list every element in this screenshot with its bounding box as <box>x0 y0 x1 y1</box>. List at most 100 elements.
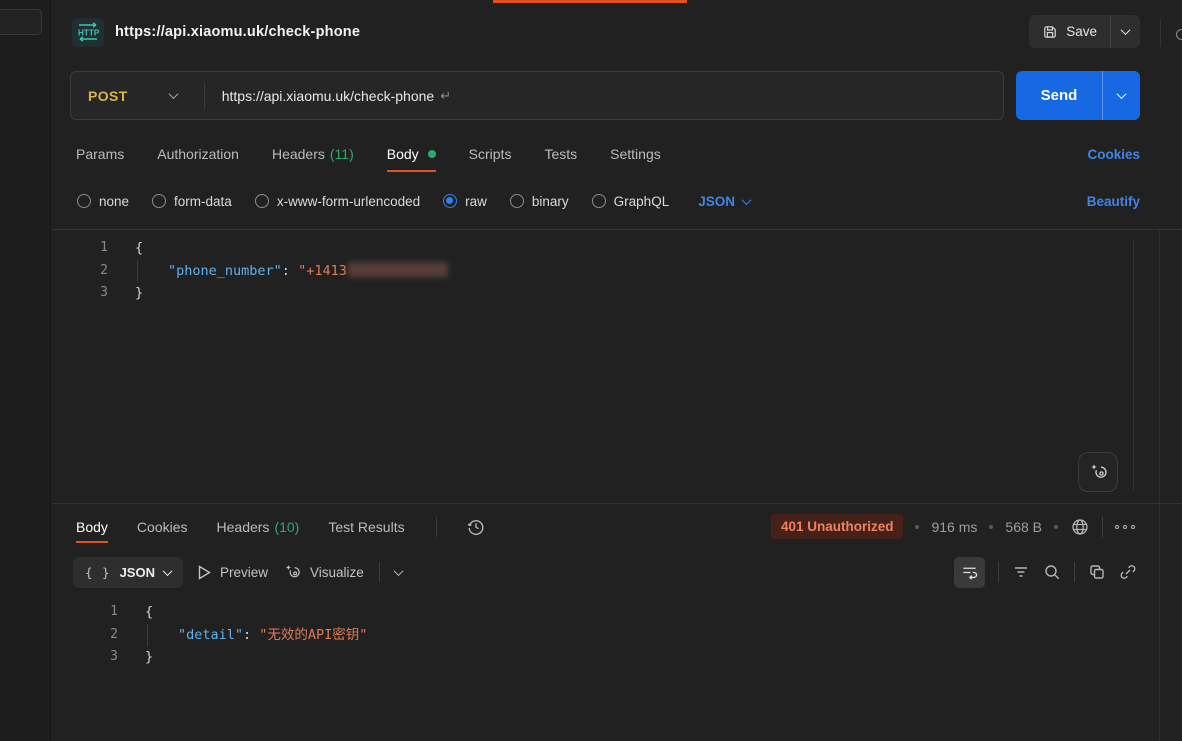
radio-none[interactable]: none <box>77 194 129 209</box>
code-line: 1 { <box>52 601 1182 624</box>
radio-graphql[interactable]: GraphQL <box>592 194 670 209</box>
save-button[interactable]: Save <box>1029 15 1110 48</box>
left-rail <box>0 0 51 741</box>
save-split-button: Save <box>1029 15 1140 48</box>
braces-icon: { } <box>85 565 111 580</box>
editor-scrollbar[interactable] <box>1133 240 1134 490</box>
url-input[interactable]: https://api.xiaomu.uk/check-phone <box>222 88 434 104</box>
response-tab-headers[interactable]: Headers(10) <box>217 519 300 535</box>
code-line: 1 { <box>52 237 1182 260</box>
tab-headers[interactable]: Headers(11) <box>272 146 354 162</box>
toolbar-divider <box>1074 562 1075 582</box>
response-format-dropdown[interactable]: { } JSON <box>73 557 183 588</box>
request-tabs: Params Authorization Headers(11) Body Sc… <box>76 133 1140 175</box>
response-history-icon[interactable] <box>466 517 486 537</box>
sparkle-icon <box>283 563 301 581</box>
radio-x-www-form-urlencoded[interactable]: x-www-form-urlencoded <box>255 194 420 209</box>
radio-raw[interactable]: raw <box>443 194 487 209</box>
request-panel: HTTP https://api.xiaomu.uk/check-phone S… <box>52 0 1182 741</box>
network-globe-icon[interactable] <box>1070 517 1090 537</box>
svg-text:HTTP: HTTP <box>78 29 100 38</box>
status-badge[interactable]: 401 Unauthorized <box>771 514 904 539</box>
tab-params[interactable]: Params <box>76 146 124 162</box>
response-tab-cookies[interactable]: Cookies <box>137 519 188 535</box>
line-number: 1 <box>52 237 108 260</box>
tab-scripts[interactable]: Scripts <box>469 146 512 162</box>
response-size[interactable]: 568 B <box>1005 519 1042 535</box>
response-tab-test-results[interactable]: Test Results <box>328 519 404 535</box>
response-tabs: Body Cookies Headers(10) Test Results 40… <box>52 504 1182 549</box>
code-text: } <box>145 646 153 669</box>
header-divider <box>1160 19 1161 47</box>
chevron-down-icon <box>1121 25 1131 35</box>
json-value: "无效的API密钥" <box>259 627 367 643</box>
language-dropdown[interactable]: JSON <box>698 194 750 209</box>
app-window: HTTP https://api.xiaomu.uk/check-phone S… <box>0 0 1182 741</box>
collapsed-tab[interactable] <box>0 9 42 35</box>
link-icon[interactable] <box>1119 563 1137 581</box>
code-line: 3 } <box>52 646 1182 669</box>
filter-icon[interactable] <box>1012 563 1030 581</box>
line-number: 2 <box>52 624 118 647</box>
response-body-editor[interactable]: 1 { 2 "detail": "无效的API密钥" 3 } <box>52 595 1182 669</box>
method-chevron-icon[interactable] <box>168 89 178 99</box>
dot-separator <box>989 525 993 529</box>
line-number: 2 <box>52 260 108 283</box>
send-button[interactable]: Send <box>1016 71 1102 120</box>
toolbar-divider <box>379 562 380 582</box>
chevron-down-icon <box>742 195 752 205</box>
radio-circle <box>77 194 91 208</box>
code-text: "detail": "无效的API密钥" <box>145 624 367 647</box>
tab-settings[interactable]: Settings <box>610 146 661 162</box>
copy-icon[interactable] <box>1088 563 1106 581</box>
json-separator: : <box>282 263 298 279</box>
send-split-button: Send <box>1016 71 1140 120</box>
response-tab-body[interactable]: Body <box>76 519 108 535</box>
more-options-icon[interactable] <box>1115 525 1135 529</box>
send-options-button[interactable] <box>1103 71 1140 120</box>
toolbar-divider <box>998 562 999 582</box>
code-text: "phone_number": "+1413 <box>135 260 448 283</box>
beautify-link[interactable]: Beautify <box>1087 194 1140 209</box>
code-line: 2 "phone_number": "+1413 <box>52 260 1182 283</box>
code-text: { <box>135 237 143 260</box>
search-icon[interactable] <box>1043 563 1061 581</box>
radio-circle <box>592 194 606 208</box>
radio-binary[interactable]: binary <box>510 194 569 209</box>
tab-tests[interactable]: Tests <box>544 146 577 162</box>
request-title: https://api.xiaomu.uk/check-phone <box>115 24 360 40</box>
chevron-down-icon <box>163 566 173 576</box>
preview-button[interactable]: Preview <box>198 565 268 580</box>
radio-circle <box>510 194 524 208</box>
request-bar: POST https://api.xiaomu.uk/check-phone ↵… <box>70 71 1140 120</box>
response-toolbar: { } JSON Preview <box>52 549 1182 595</box>
url-return-glyph: ↵ <box>440 88 451 104</box>
radio-form-data[interactable]: form-data <box>152 194 232 209</box>
response-meta: 401 Unauthorized 916 ms 568 B <box>771 514 1135 539</box>
save-icon <box>1042 24 1058 40</box>
response-time[interactable]: 916 ms <box>931 519 977 535</box>
cookies-link[interactable]: Cookies <box>1087 147 1140 162</box>
chevron-down-icon <box>1117 89 1127 99</box>
tab-authorization[interactable]: Authorization <box>157 146 239 162</box>
indent-guide <box>137 260 138 283</box>
postbot-button[interactable] <box>1078 452 1118 492</box>
json-value: "+1413 <box>298 263 347 279</box>
dot-separator <box>915 525 919 529</box>
request-body-editor[interactable]: 1 { 2 "phone_number": "+1413 3 } <box>52 230 1182 503</box>
wrap-text-button[interactable] <box>954 557 985 588</box>
meta-divider <box>1102 517 1103 537</box>
visualize-button[interactable]: Visualize <box>283 563 364 581</box>
indent-guide <box>147 624 148 647</box>
method-selector[interactable]: POST <box>88 88 128 104</box>
url-divider <box>204 83 205 109</box>
response-headers-count: (10) <box>274 519 299 535</box>
save-options-button[interactable] <box>1111 15 1140 48</box>
clipped-edge-icon <box>1176 29 1182 40</box>
save-label: Save <box>1066 24 1097 39</box>
tab-body[interactable]: Body <box>387 146 436 162</box>
collapse-chevron-icon[interactable] <box>393 566 403 576</box>
json-key: "phone_number" <box>168 263 282 279</box>
code-line: 2 "detail": "无效的API密钥" <box>52 624 1182 647</box>
redacted-phone-blur <box>348 262 448 277</box>
